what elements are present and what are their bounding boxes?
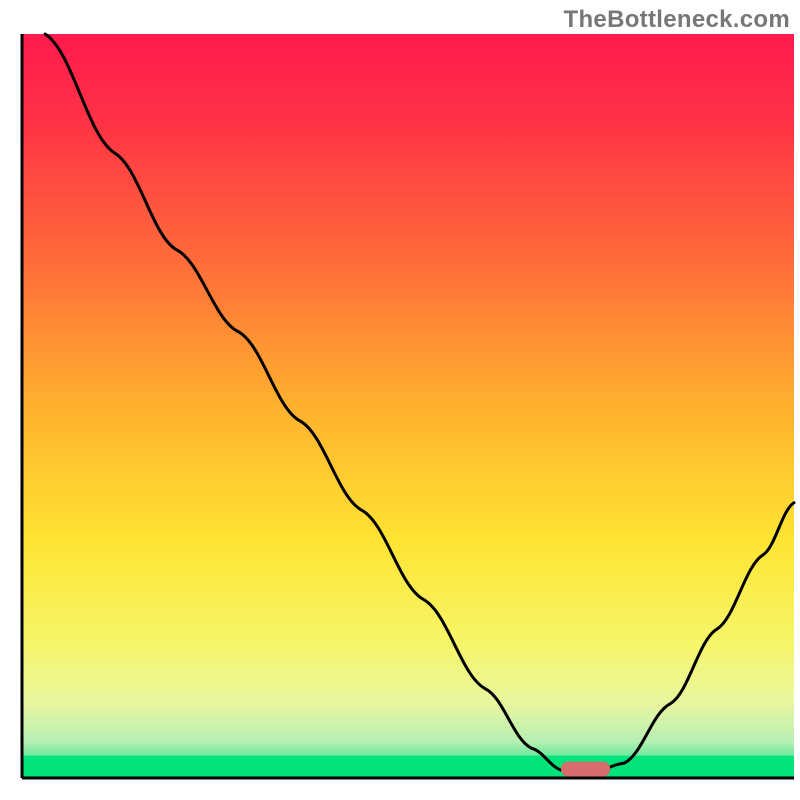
chart-background [22, 34, 794, 778]
chart-container: TheBottleneck.com [0, 0, 800, 800]
green-band [22, 756, 794, 778]
watermark-label: TheBottleneck.com [564, 6, 790, 34]
optimal-marker [561, 762, 610, 777]
bottleneck-chart [0, 0, 800, 800]
